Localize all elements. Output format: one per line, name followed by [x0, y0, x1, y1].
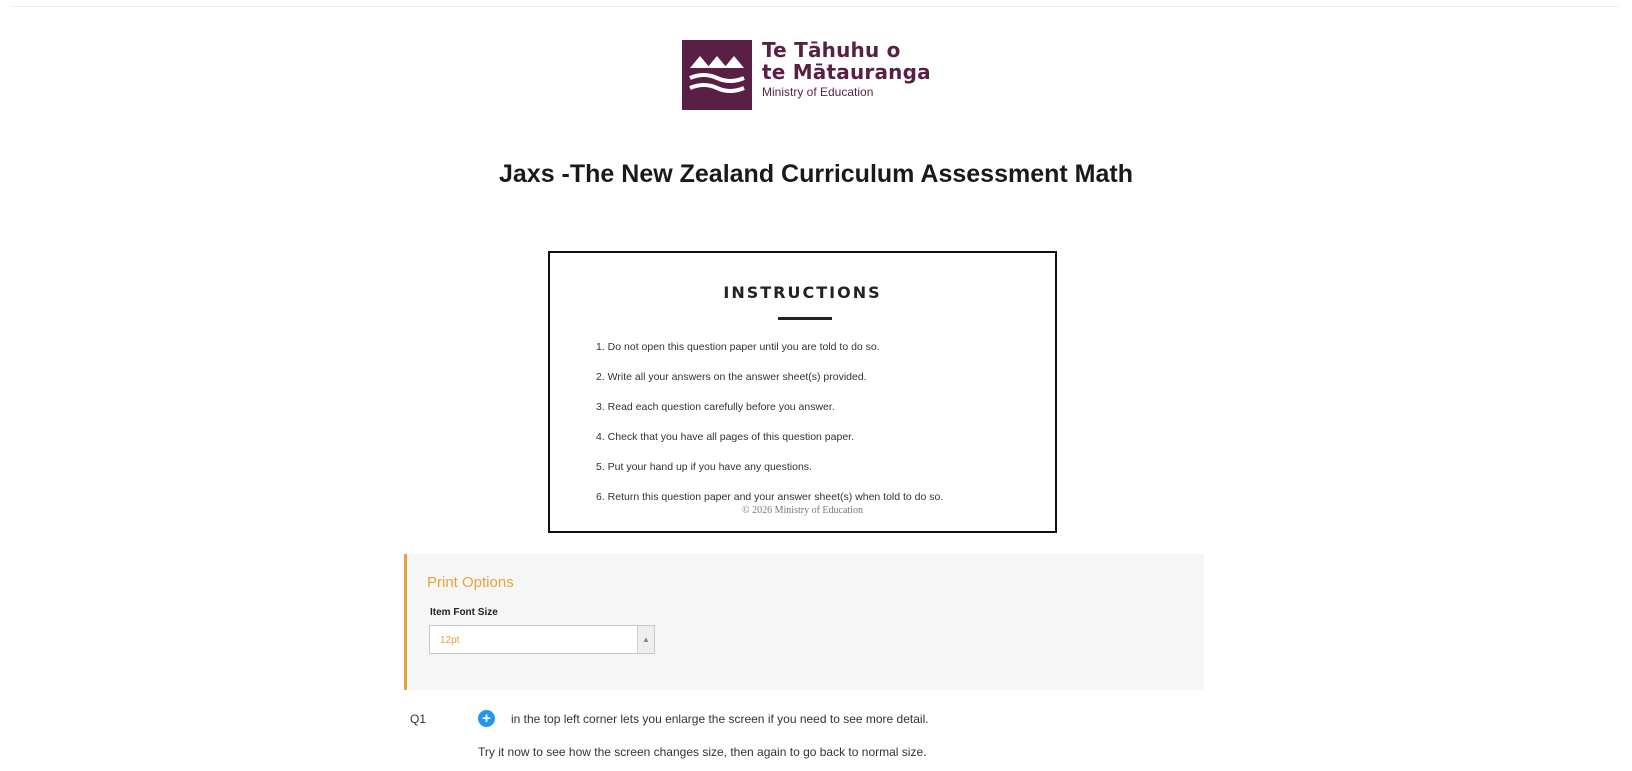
question-text-line-2: Try it now to see how the screen changes… [478, 745, 927, 759]
question-number: Q1 [410, 712, 427, 726]
logo-line-2: te Mātauranga [762, 60, 931, 84]
instruction-item: 5. Put your hand up if you have any ques… [596, 461, 812, 473]
ministry-logo: Te Tāhuhu o te Mātauranga Ministry of Ed… [682, 40, 942, 112]
font-size-label: Item Font Size [430, 607, 498, 618]
instructions-divider [778, 317, 832, 320]
logo-subtitle: Ministry of Education [762, 85, 874, 99]
print-options-panel: Print Options Item Font Size 12pt ▲ [404, 554, 1204, 690]
page-top-border [12, 6, 1618, 7]
logo-line-1: Te Tāhuhu o [762, 38, 901, 62]
zoom-plus-icon[interactable]: + [478, 710, 495, 727]
instructions-heading: INSTRUCTIONS [723, 283, 882, 302]
instructions-box: INSTRUCTIONS 1. Do not open this questio… [548, 251, 1057, 533]
font-size-value: 12pt [440, 635, 460, 646]
logo-wordmark: Te Tāhuhu o te Mātauranga Ministry of Ed… [762, 40, 931, 98]
instruction-item: 2. Write all your answers on the answer … [596, 371, 867, 383]
question-text-line-1: in the top left corner lets you enlarge … [511, 712, 929, 726]
page-title: Jaxs -The New Zealand Curriculum Assessm… [499, 160, 1133, 188]
font-size-select[interactable]: 12pt ▲ [429, 625, 655, 654]
copyright-notice: © 2026 Ministry of Education [742, 505, 863, 516]
print-options-title: Print Options [427, 574, 514, 591]
instruction-item: 3. Read each question carefully before y… [596, 401, 835, 413]
instruction-item: 4. Check that you have all pages of this… [596, 431, 855, 443]
ministry-waves-icon [682, 40, 752, 110]
instruction-item: 1. Do not open this question paper until… [596, 341, 880, 353]
chevron-down-icon[interactable]: ▲ [637, 626, 654, 653]
instructions-list: 1. Do not open this question paper until… [596, 340, 943, 520]
